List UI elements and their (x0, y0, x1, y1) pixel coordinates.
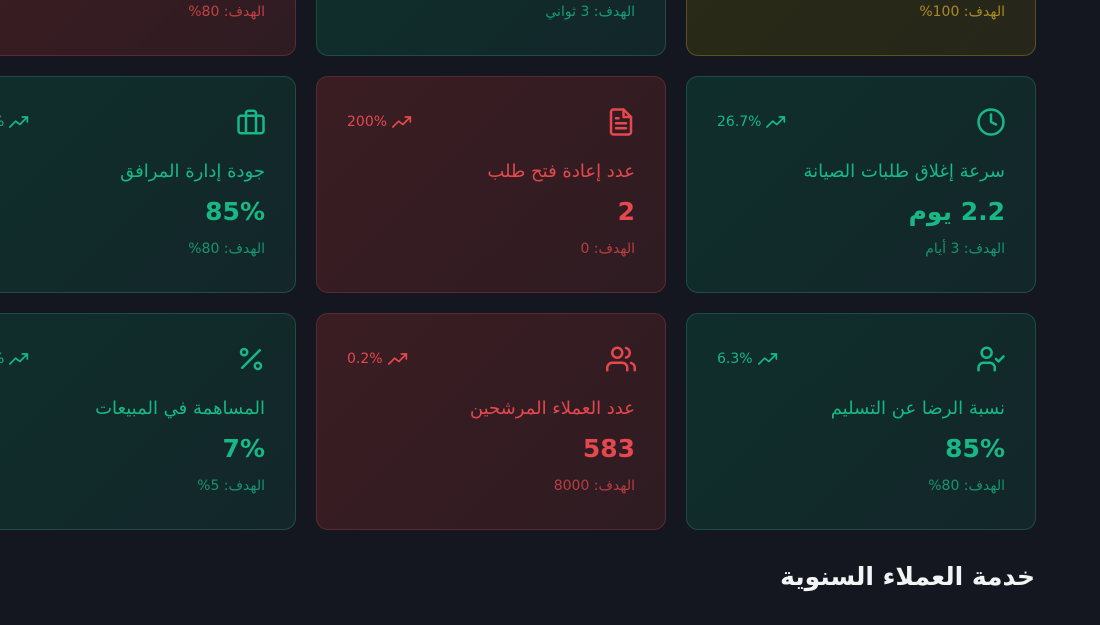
kpi-value: 85% (945, 434, 1005, 463)
trend-indicator: 200% (347, 114, 412, 130)
kpi-target: الهدف: 3 ثواني (545, 4, 635, 20)
trend-value: 26.7% (717, 114, 762, 130)
kpi-title: جودة إدارة المرافق (120, 161, 265, 182)
section-title: خدمة العملاء السنوية (780, 562, 1035, 591)
trend-up-icon (757, 353, 777, 365)
document-icon (606, 107, 636, 137)
kpi-target: الهدف: 100% (919, 4, 1005, 20)
kpi-value: 583 (582, 434, 635, 463)
percent-icon (236, 344, 266, 374)
kpi-target: الهدف: 8000 (553, 478, 635, 494)
briefcase-icon (236, 107, 266, 137)
clock-icon (976, 107, 1006, 137)
trend-indicator: % (0, 114, 29, 130)
kpi-title: عدد العملاء المرشحين (469, 398, 635, 419)
kpi-target: الهدف: 80% (188, 4, 265, 20)
trend-value: % (0, 351, 4, 367)
kpi-card-nominated-customers: 0.2% عدد العملاء المرشحين 583 الهدف: 800… (316, 313, 666, 530)
kpi-target: الهدف: 80% (928, 478, 1005, 494)
kpi-title: عدد إعادة فتح طلب (487, 161, 635, 182)
kpi-card-reopened-requests: 200% عدد إعادة فتح طلب 2 الهدف: 0 (316, 76, 666, 293)
kpi-target: الهدف: 3 أيام (925, 241, 1005, 257)
trend-indicator: 6.3% (717, 351, 778, 367)
kpi-target: الهدف: 0 (580, 241, 635, 257)
trend-up-icon (766, 116, 786, 128)
kpi-value: 85% (205, 197, 265, 226)
trend-indicator: % (0, 351, 29, 367)
kpi-value: 2.2 يوم (908, 197, 1005, 226)
trend-up-icon (9, 116, 29, 128)
kpi-target: الهدف: 5% (197, 478, 265, 494)
kpi-card-maintenance-speed: 26.7% سرعة إغلاق طلبات الصيانة 2.2 يوم ا… (686, 76, 1036, 293)
kpi-card-top-left: الهدف: 80% (0, 0, 296, 56)
trend-value: 6.3% (717, 351, 753, 367)
trend-indicator: 0.2% (347, 351, 408, 367)
kpi-card-facility-management: % جودة إدارة المرافق 85% الهدف: 80% (0, 76, 296, 293)
trend-value: % (0, 114, 4, 130)
kpi-card-top-right: الهدف: 100% (686, 0, 1036, 56)
trend-up-icon (387, 353, 407, 365)
kpi-title: نسبة الرضا عن التسليم (830, 398, 1005, 419)
kpi-value: 2 (617, 197, 635, 226)
kpi-card-sales-contribution: % المساهمة في المبيعات 7% الهدف: 5% (0, 313, 296, 530)
kpi-target: الهدف: 80% (188, 241, 265, 257)
trend-up-icon (392, 116, 412, 128)
users-icon (606, 344, 636, 374)
trend-value: 0.2% (347, 351, 383, 367)
trend-up-icon (9, 353, 29, 365)
kpi-card-top-middle: الهدف: 3 ثواني (316, 0, 666, 56)
trend-indicator: 26.7% (717, 114, 786, 130)
kpi-title: سرعة إغلاق طلبات الصيانة (803, 161, 1005, 182)
kpi-title: المساهمة في المبيعات (95, 398, 265, 419)
user-check-icon (976, 344, 1006, 374)
kpi-card-delivery-satisfaction: 6.3% نسبة الرضا عن التسليم 85% الهدف: 80… (686, 313, 1036, 530)
kpi-value: 7% (222, 434, 265, 463)
trend-value: 200% (347, 114, 388, 130)
